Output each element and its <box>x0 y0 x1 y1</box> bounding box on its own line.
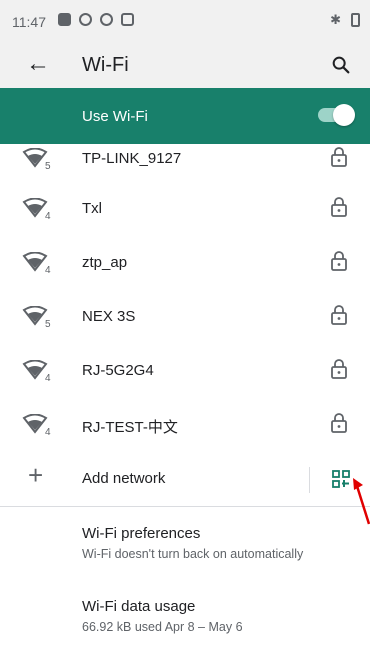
network-name: NEX 3S <box>82 308 136 325</box>
network-row[interactable]: 4 RJ-TEST-中文 <box>0 400 370 454</box>
wifi-toggle[interactable] <box>318 104 355 126</box>
sync-notification-icon <box>100 13 113 26</box>
app-bar: ← Wi-Fi <box>0 42 370 88</box>
plus-icon: + <box>28 460 44 490</box>
network-row[interactable]: 4 Txl <box>0 184 370 238</box>
lock-icon <box>331 305 347 325</box>
status-time: 11:47 <box>12 14 46 30</box>
network-row[interactable]: 4 ztp_ap <box>0 238 370 292</box>
vertical-divider <box>309 467 310 493</box>
network-row[interactable]: 5 NEX 3S <box>0 292 370 346</box>
wifi-band-label: 5 <box>45 161 51 170</box>
notification-icons <box>58 13 134 26</box>
network-name: RJ-TEST-中文 <box>82 419 178 436</box>
wifi-band-label: 5 <box>45 319 51 328</box>
bluetooth-icon: ✱ <box>330 12 341 27</box>
annotation-arrow <box>353 478 370 525</box>
network-row[interactable]: 4 RJ-5G2G4 <box>0 346 370 400</box>
app-notification-icon <box>121 13 134 26</box>
lock-icon <box>331 197 347 217</box>
battery-icon <box>351 13 360 27</box>
wifi-band-label: 4 <box>45 427 51 436</box>
back-arrow-icon[interactable]: ← <box>26 50 50 78</box>
network-name: RJ-5G2G4 <box>82 362 154 379</box>
lock-icon <box>331 251 347 271</box>
wifi-band-label: 4 <box>45 373 51 382</box>
use-wifi-label: Use Wi-Fi <box>82 108 148 125</box>
add-network-label: Add network <box>82 470 166 487</box>
wifi-signal-icon: 4 <box>22 414 51 436</box>
wifi-signal-icon: 4 <box>22 360 51 382</box>
network-name: Txl <box>82 200 102 217</box>
wifi-band-label: 4 <box>45 265 51 274</box>
network-name: TP-LINK_9127 <box>82 150 182 167</box>
wifi-signal-icon: 4 <box>22 252 51 274</box>
wifi-preferences-title: Wi-Fi preferences <box>82 525 201 542</box>
toggle-knob <box>333 104 355 126</box>
wifi-preferences-subtitle: Wi-Fi doesn't turn back on automatically <box>82 547 304 561</box>
status-bar: 11:47 ✱ <box>0 0 370 42</box>
lock-icon <box>331 147 347 167</box>
wifi-band-label: 4 <box>45 211 51 220</box>
wifi-data-usage-subtitle: 66.92 kB used Apr 8 – May 6 <box>82 620 243 634</box>
network-name: ztp_ap <box>82 254 128 271</box>
network-list: 5 TP-LINK_9127 4 Txl 4 ztp_ap 5 NEX 3S 4 RJ-5G2G4… <box>0 144 370 502</box>
wifi-signal-icon: 4 <box>22 198 51 220</box>
add-network-row[interactable]: + Add network <box>0 454 370 504</box>
system-icons: ✱ <box>330 12 360 28</box>
qr-code-scanner-icon[interactable] <box>332 470 350 488</box>
wifi-signal-icon: 5 <box>22 148 51 170</box>
search-icon[interactable] <box>330 54 352 76</box>
use-wifi-switch-bar[interactable]: Use Wi-Fi <box>0 88 370 144</box>
wifi-signal-icon: 5 <box>22 306 51 328</box>
section-divider <box>0 506 370 507</box>
page-title: Wi-Fi <box>82 54 129 76</box>
lock-icon <box>331 359 347 379</box>
wifi-data-usage-title: Wi-Fi data usage <box>82 598 196 615</box>
image-notification-icon <box>58 13 71 26</box>
wifi-notification-icon <box>79 13 92 26</box>
lock-icon <box>331 413 347 433</box>
